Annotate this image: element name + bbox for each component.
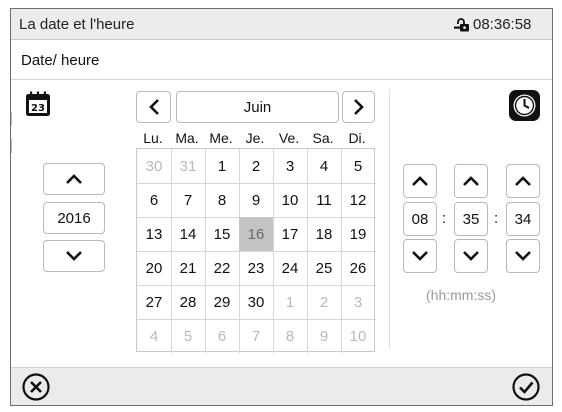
weekday-label: Ve. [278,130,300,146]
title-bar: La date et l'heure 08:36:58 [11,9,552,40]
day-cell[interactable]: 9 [307,319,341,353]
day-cell[interactable]: 31 [171,149,205,183]
day-cell[interactable]: 17 [273,217,307,251]
day-cell[interactable]: 30 [137,149,171,183]
edge-mark [11,139,12,153]
chevron-down-icon [463,251,479,261]
section-title: Date/ heure [21,52,100,69]
day-cell[interactable]: 2 [239,149,273,183]
minutes-up-button[interactable] [454,164,488,198]
day-cell[interactable]: 29 [205,285,239,319]
minutes-field[interactable]: 35 [454,202,488,236]
section-divider [11,79,552,80]
day-cell[interactable]: 8 [273,319,307,353]
column-divider [389,89,390,349]
chevron-up-icon [515,176,531,186]
hours-up-button[interactable] [403,164,437,198]
day-cell[interactable]: 23 [239,251,273,285]
seconds-field[interactable]: 34 [506,202,540,236]
year-field[interactable]: 2016 [43,202,105,234]
day-cell[interactable]: 27 [137,285,171,319]
day-cell[interactable]: 11 [307,183,341,217]
day-cell[interactable]: 9 [239,183,273,217]
calendar-icon[interactable]: 23 [24,90,52,118]
day-cell[interactable]: 30 [239,285,273,319]
day-cell[interactable]: 4 [307,149,341,183]
chevron-down-icon [412,251,428,261]
day-cell[interactable]: 13 [137,217,171,251]
weekday-label: Lu. [143,130,163,146]
day-cell[interactable]: 5 [341,149,375,183]
cancel-circle-icon[interactable] [21,372,51,402]
day-cell[interactable]: 20 [137,251,171,285]
clock-icon[interactable] [508,89,541,122]
day-cell[interactable]: 1 [205,149,239,183]
weekday-label: Me. [209,130,233,146]
date-time-window: La date et l'heure 08:36:58 Date/ heure … [10,8,553,406]
chevron-right-icon [353,99,364,115]
day-cell[interactable]: 14 [171,217,205,251]
weekday-label: Ma. [175,130,199,146]
seconds-up-button[interactable] [506,164,540,198]
day-cell[interactable]: 15 [205,217,239,251]
year-up-button[interactable] [43,163,105,195]
calendar-grid: 30 31 1 2 3 4 5 6 7 8 9 10 11 12 13 14 15 16 17 18 19 20 21 22 2… [136,148,376,353]
day-cell[interactable]: 22 [205,251,239,285]
weekday-label: Sa. [312,130,334,146]
day-cell[interactable]: 10 [273,183,307,217]
time-separator: : [442,210,447,227]
edge-mark [11,112,12,126]
day-cell[interactable]: 7 [239,319,273,353]
day-cell[interactable]: 1 [273,285,307,319]
day-cell[interactable]: 6 [137,183,171,217]
bottom-action-bar [11,367,552,405]
day-cell[interactable]: 12 [341,183,375,217]
year-down-button[interactable] [43,240,105,272]
day-cell[interactable]: 3 [341,285,375,319]
chevron-left-icon [148,99,159,115]
svg-text:23: 23 [31,103,45,114]
chevron-up-icon [463,176,479,186]
day-cell[interactable]: 6 [205,319,239,353]
time-format-hint: (hh:mm:ss) [426,287,496,303]
seconds-down-button[interactable] [506,239,540,273]
next-month-button[interactable] [342,91,375,123]
chevron-up-icon [66,174,82,184]
day-cell[interactable]: 7 [171,183,205,217]
day-cell[interactable]: 10 [341,319,375,353]
hours-down-button[interactable] [403,239,437,273]
time-separator: : [494,210,499,227]
chevron-down-icon [66,251,82,261]
day-cell[interactable]: 3 [273,149,307,183]
day-cell[interactable]: 4 [137,319,171,353]
current-time: 08:36:58 [473,16,532,33]
day-cell[interactable]: 25 [307,251,341,285]
day-cell[interactable]: 18 [307,217,341,251]
chevron-up-icon [412,176,428,186]
selected-day-cell[interactable]: 16 [239,217,273,251]
app-title: La date et l'heure [19,16,135,33]
month-field[interactable]: Juin [176,91,339,123]
prev-month-button[interactable] [136,91,171,123]
minutes-down-button[interactable] [454,239,488,273]
lock-icon [454,18,469,32]
chevron-down-icon [515,251,531,261]
day-cell[interactable]: 2 [307,285,341,319]
day-cell[interactable]: 28 [171,285,205,319]
confirm-check-icon[interactable] [511,372,541,402]
weekday-label: Je. [245,130,265,146]
day-cell[interactable]: 8 [205,183,239,217]
day-cell[interactable]: 26 [341,251,375,285]
day-cell[interactable]: 19 [341,217,375,251]
weekday-label: Di. [348,130,366,146]
day-cell[interactable]: 21 [171,251,205,285]
day-cell[interactable]: 24 [273,251,307,285]
hours-field[interactable]: 08 [403,202,437,236]
day-cell[interactable]: 5 [171,319,205,353]
